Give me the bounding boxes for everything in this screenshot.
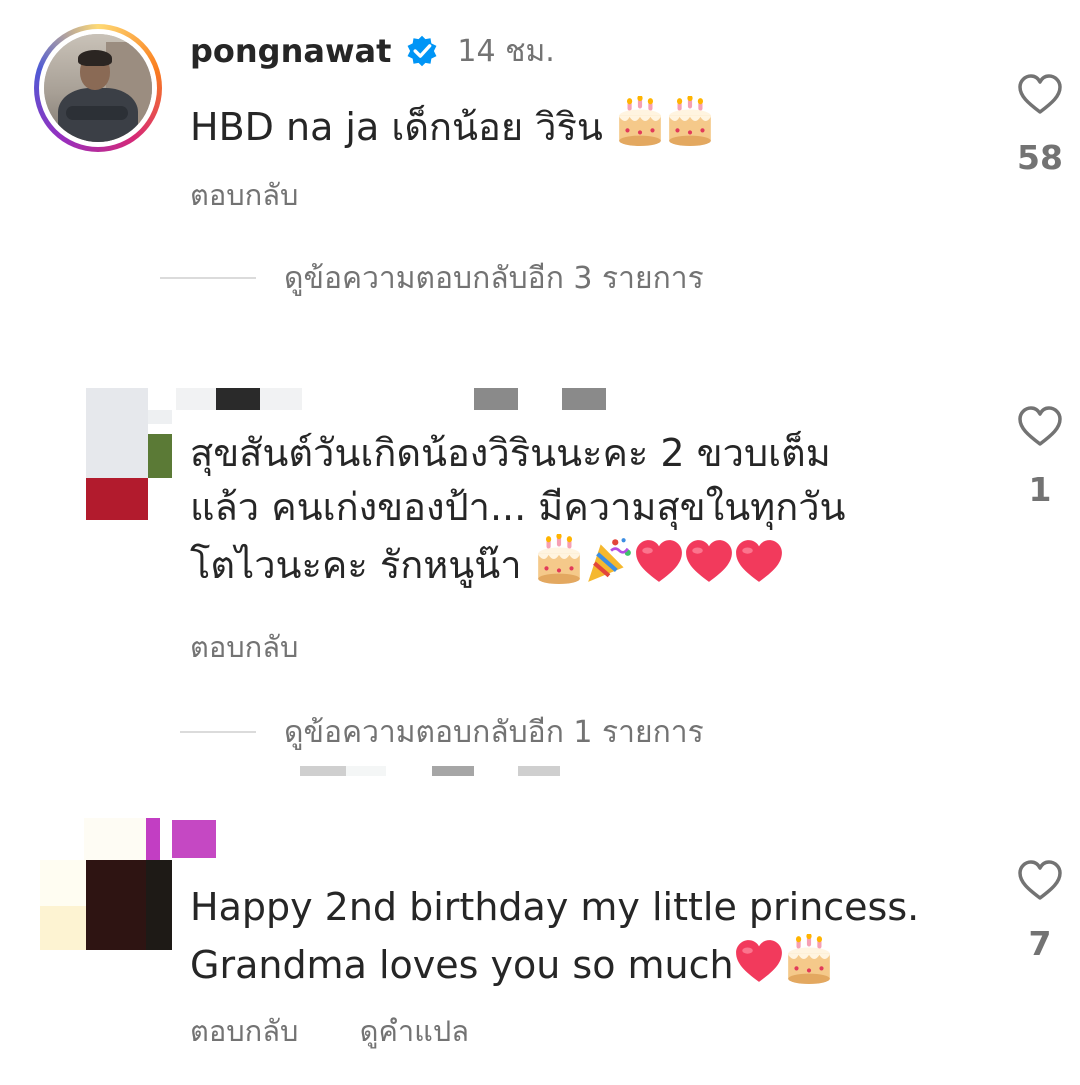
comment-text: HBD na ja เด็กน้อย วิริน [190, 96, 715, 154]
profile-photo [44, 34, 152, 142]
see-translation-button[interactable]: ดูคำแปล [360, 1014, 469, 1048]
redacted-strip [300, 766, 570, 778]
comment-line: สุขสันต์วันเกิดน้องวิรินนะคะ 2 ขวบเต็ม [190, 431, 831, 475]
timestamp: 14 ชม. [457, 33, 555, 69]
like-count: 1 [1028, 470, 1052, 509]
birthday-cake-emoji [665, 96, 715, 146]
birthday-cake-emoji [784, 934, 834, 984]
like-count: 7 [1028, 924, 1052, 963]
divider-line [160, 277, 256, 279]
reply-button[interactable]: ตอบกลับ [190, 1014, 298, 1048]
heart-outline-icon [1016, 404, 1064, 448]
view-replies-button[interactable]: ดูข้อความตอบกลับอีก 1 รายการ [180, 710, 704, 754]
birthday-cake-emoji [615, 96, 665, 146]
like-button[interactable]: 58 [1015, 72, 1065, 177]
heart-outline-icon [1016, 72, 1064, 116]
party-popper-emoji [584, 534, 634, 584]
like-button[interactable]: 7 [1015, 858, 1065, 963]
reply-button[interactable]: ตอบกลับ [190, 172, 298, 218]
red-heart-emoji [734, 538, 784, 584]
reply-actions: ตอบกลับ ดูคำแปล [190, 1008, 469, 1054]
heart-outline-icon [1016, 858, 1064, 902]
comment-text: Happy 2nd birthday my little princess. G… [190, 880, 919, 992]
story-ring [34, 24, 162, 152]
comment-line: Grandma loves you so much [190, 943, 734, 987]
reply-button[interactable]: ตอบกลับ [190, 624, 298, 670]
comment-line: แล้ว คนเก่งของป้า... มีความสุขในทุกวัน [190, 485, 846, 529]
avatar-pongnawat[interactable] [34, 24, 162, 152]
avatar-redacted[interactable] [86, 388, 176, 520]
red-heart-emoji [734, 938, 784, 984]
verified-badge-icon [407, 35, 437, 67]
username[interactable]: pongnawat [190, 32, 391, 70]
comment-line: HBD na ja เด็กน้อย วิริน [190, 105, 603, 149]
divider-line [180, 731, 256, 733]
username-redacted [176, 388, 616, 412]
comment-header: pongnawat 14 ชม. [190, 26, 555, 76]
comment-line: Happy 2nd birthday my little princess. [190, 885, 920, 929]
red-heart-emoji [684, 538, 734, 584]
birthday-cake-emoji [534, 534, 584, 584]
comment-line: โตไวนะคะ รักหนูน๊า [190, 543, 522, 587]
view-replies-button[interactable]: ดูข้อความตอบกลับอีก 3 รายการ [160, 256, 704, 300]
red-heart-emoji [634, 538, 684, 584]
like-count: 58 [1017, 138, 1063, 177]
comment-text: สุขสันต์วันเกิดน้องวิรินนะคะ 2 ขวบเต็ม แ… [190, 426, 846, 592]
like-button[interactable]: 1 [1015, 404, 1065, 509]
